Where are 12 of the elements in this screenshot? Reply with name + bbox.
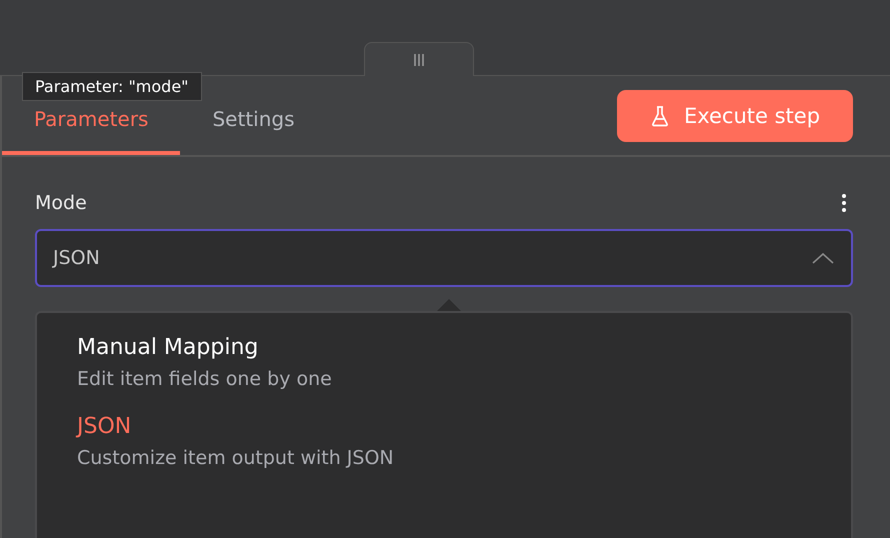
drag-handle[interactable] [364, 42, 474, 76]
tooltip: Parameter: "mode" [22, 72, 202, 101]
dropdown-option[interactable]: JSON Customize item output with JSON [77, 414, 811, 469]
mode-select[interactable]: JSON [35, 229, 853, 287]
flask-icon [650, 104, 670, 126]
grip-icon [412, 52, 426, 66]
more-options-icon[interactable] [841, 193, 847, 213]
dropdown-option[interactable]: Manual Mapping Edit item fields one by one [77, 335, 811, 390]
chevron-icon [811, 251, 835, 265]
field-label: Mode [35, 192, 87, 214]
tab[interactable]: Parameters [2, 106, 180, 155]
tab[interactable]: Settings [180, 106, 327, 155]
